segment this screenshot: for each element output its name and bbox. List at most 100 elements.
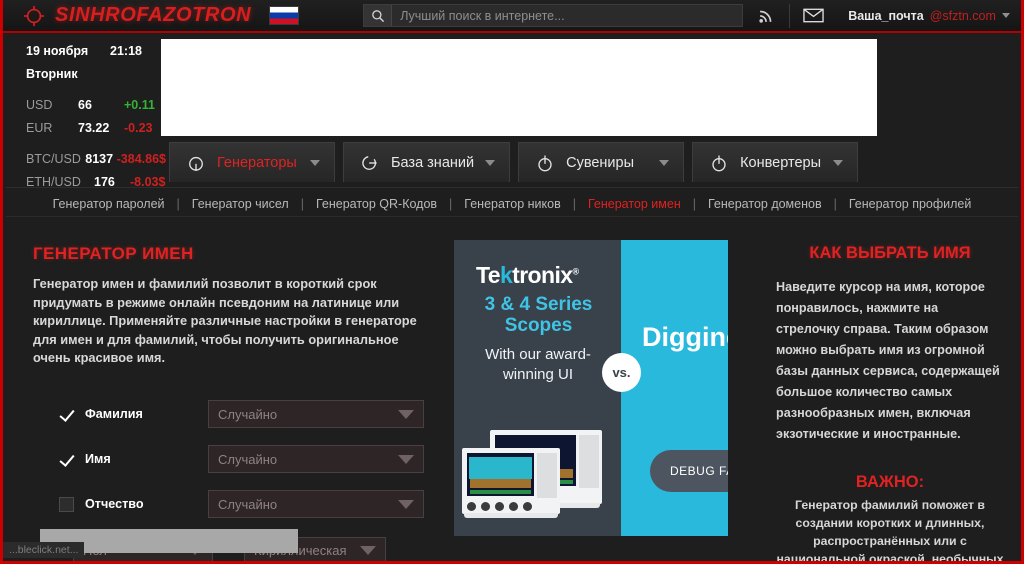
nav-item-label: База знаний bbox=[391, 154, 475, 171]
russia-flag-icon[interactable] bbox=[269, 6, 300, 25]
rss-icon bbox=[759, 10, 772, 23]
crosshair-circle-icon bbox=[23, 5, 45, 26]
scope-feet bbox=[464, 513, 558, 518]
waveform bbox=[469, 457, 532, 479]
nav-item-label: Сувениры bbox=[566, 154, 635, 171]
nav-item-generators[interactable]: Генераторы bbox=[169, 142, 335, 182]
account-user: Ваша_почта bbox=[848, 8, 924, 23]
page-description: Генератор имен и фамилий позволит в коро… bbox=[33, 276, 417, 365]
checkmark-icon bbox=[59, 452, 74, 467]
select-value: Случайно bbox=[218, 451, 278, 467]
nav-item-knowledge-base[interactable]: База знаний bbox=[343, 142, 511, 182]
search-input[interactable] bbox=[392, 5, 743, 26]
browser-status-bar: ...bleclick.net... bbox=[3, 542, 85, 558]
checkbox-firstname[interactable]: Имя bbox=[33, 452, 208, 467]
knob-icon bbox=[481, 502, 490, 511]
ad-subtitle: With our award-winning UI bbox=[485, 346, 591, 383]
account-domain: @sfztn.com bbox=[929, 8, 996, 23]
rate-delta: +0.11 bbox=[124, 98, 155, 112]
oscilloscope-front-image bbox=[462, 448, 560, 518]
mail-button[interactable] bbox=[790, 0, 836, 32]
select-value: Случайно bbox=[218, 406, 278, 422]
checkbox-label: Фамилия bbox=[85, 407, 143, 421]
current-weekday: Вторник bbox=[26, 67, 78, 81]
chevron-down-icon[interactable] bbox=[833, 159, 844, 166]
chevron-down-icon bbox=[1001, 13, 1010, 18]
scope-screen bbox=[467, 453, 534, 496]
subnav-item-passwords[interactable]: Генератор паролей bbox=[41, 197, 177, 211]
current-time: 21:18 bbox=[110, 44, 142, 58]
subnav-item-nicknames[interactable]: Генератор ников bbox=[452, 197, 572, 211]
rate-name: EUR bbox=[26, 121, 53, 135]
checkbox-surname[interactable]: Фамилия bbox=[33, 407, 208, 422]
knob-icon bbox=[509, 502, 518, 511]
chevron-down-icon[interactable] bbox=[310, 159, 320, 166]
rate-value: 66 bbox=[78, 98, 92, 112]
circle-gauge-icon bbox=[362, 155, 377, 170]
subnav-item-domains[interactable]: Генератор доменов bbox=[696, 197, 834, 211]
form-row-surname: Фамилия Случайно bbox=[33, 392, 433, 437]
sidebar-title-important: ВАЖНО: bbox=[855, 473, 925, 491]
checkbox-box-icon bbox=[59, 496, 74, 512]
nav-item-souvenirs[interactable]: Сувениры bbox=[518, 142, 685, 182]
knob-icon bbox=[467, 502, 476, 511]
checkbox-patronymic[interactable]: Отчество bbox=[33, 496, 208, 512]
ad-cta-button[interactable]: DEBUG FASTER bbox=[650, 450, 728, 492]
ad-vs-badge: vs. bbox=[602, 353, 641, 392]
top-header-bar: SINHROFAZOTRON Лучший поиск в интернете.… bbox=[3, 0, 1021, 33]
account-menu[interactable]: Ваша_почта @sfztn.com bbox=[836, 8, 1021, 23]
chevron-down-icon[interactable] bbox=[659, 159, 670, 166]
site-logo[interactable]: SINHROFAZOTRON bbox=[3, 4, 300, 27]
select-surname[interactable]: Случайно bbox=[208, 400, 424, 428]
date-time-row: 19 ноября 21:18 bbox=[26, 44, 166, 67]
rss-button[interactable] bbox=[743, 0, 789, 32]
nav-item-label: Генераторы bbox=[217, 154, 297, 171]
form-row-firstname: Имя Случайно bbox=[33, 437, 433, 482]
rate-name: USD bbox=[26, 98, 53, 112]
sidebar-title-how-to-choose: КАК ВЫБРАТЬ ИМЯ bbox=[809, 244, 971, 262]
scope-buttons-panel bbox=[579, 435, 599, 488]
circle-gauge-icon bbox=[712, 155, 726, 171]
tektronix-ad-banner[interactable]: Tektronix® 3 & 4 Series Scopes With our … bbox=[454, 240, 728, 536]
chevron-down-icon[interactable] bbox=[485, 159, 496, 166]
rate-delta: -0.23 bbox=[124, 121, 153, 135]
checkbox-label: Имя bbox=[85, 452, 111, 466]
generator-column: ГЕНЕРАТОР ИМЕН Генератор имен и фамилий … bbox=[33, 244, 433, 561]
sidebar-right: КАК ВЫБРАТЬ ИМЯ Наведите курсор на имя, … bbox=[776, 244, 1004, 564]
waveform bbox=[470, 490, 531, 494]
search-box[interactable] bbox=[363, 4, 744, 27]
site-logo-text: SINHROFAZOTRON bbox=[55, 4, 252, 26]
chevron-down-icon bbox=[398, 409, 414, 419]
sub-navigation: Генератор паролей | Генератор чисел | Ге… bbox=[6, 192, 1018, 217]
rate-row-usd: USD 66 +0.11 bbox=[26, 98, 166, 121]
select-firstname[interactable]: Случайно bbox=[208, 445, 424, 473]
page-title: ГЕНЕРАТОР ИМЕН bbox=[33, 244, 194, 263]
circle-gauge-icon bbox=[189, 156, 203, 171]
subnav-item-numbers[interactable]: Генератор чисел bbox=[180, 197, 301, 211]
nav-item-label: Конвертеры bbox=[740, 154, 821, 171]
subnav-item-names[interactable]: Генератор имен bbox=[576, 197, 693, 211]
waveform bbox=[470, 479, 531, 488]
page-root: SINHROFAZOTRON Лучший поиск в интернете.… bbox=[0, 0, 1024, 564]
knob-icon bbox=[523, 502, 532, 511]
circle-gauge-icon bbox=[538, 155, 552, 171]
search-button[interactable] bbox=[364, 5, 393, 26]
rate-row-eur: EUR 73.22 -0.23 bbox=[26, 121, 166, 144]
sidebar-body-how-to-choose: Наведите курсор на имя, которое понравил… bbox=[776, 280, 1000, 441]
ad-headline: Digging through menus bbox=[642, 322, 728, 352]
sidebar-body-important: Генератор фамилий поможет в создании кор… bbox=[776, 498, 1004, 564]
search-icon bbox=[371, 9, 384, 22]
knob-icon bbox=[495, 502, 504, 511]
nav-item-converters[interactable]: Конвертеры bbox=[692, 142, 859, 182]
subnav-item-profiles[interactable]: Генератор профилей bbox=[837, 197, 984, 211]
ad-logo-sup: ® bbox=[572, 266, 579, 277]
scope-buttons-panel bbox=[537, 453, 557, 498]
checkmark-icon bbox=[59, 407, 74, 422]
checkbox-label: Отчество bbox=[85, 497, 144, 511]
ad-logo: Tektronix® bbox=[476, 262, 579, 288]
top-banner-ad[interactable] bbox=[161, 39, 877, 136]
subnav-item-qrcodes[interactable]: Генератор QR-Кодов bbox=[304, 197, 449, 211]
weekday-row: Вторник bbox=[26, 67, 166, 90]
select-patronymic[interactable]: Случайно bbox=[208, 490, 424, 518]
